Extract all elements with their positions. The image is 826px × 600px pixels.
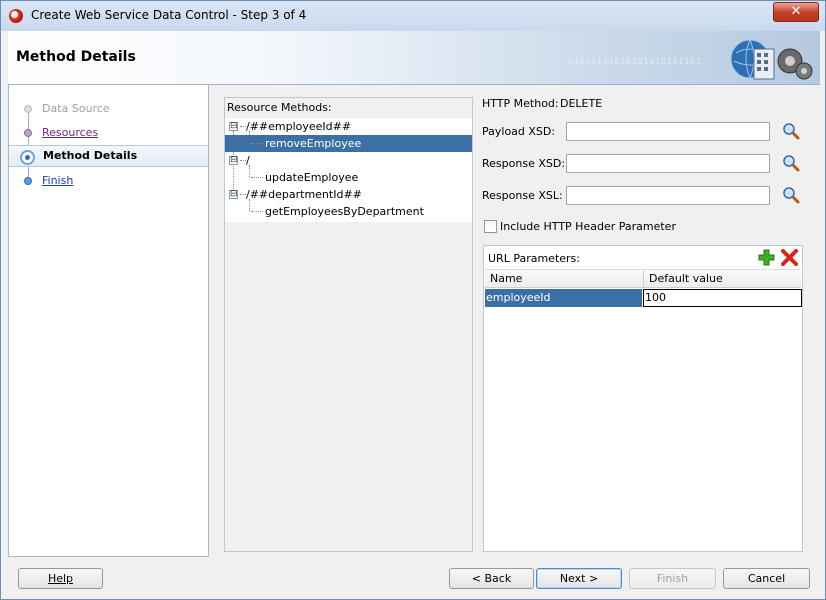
tree-node-employee-id[interactable]: ⊟ /##employeeId## [225,118,472,135]
next-button[interactable]: Next > [536,568,622,589]
collapse-icon[interactable]: ⊟ [229,122,238,131]
tree-guide [251,177,263,178]
window-title: Create Web Service Data Control - Step 3… [31,8,307,22]
url-parameters-title: URL Parameters: [488,252,580,265]
tree-node-get-employees-by-department[interactable]: getEmployeesByDepartment [225,203,472,220]
back-button[interactable]: < Back [449,568,534,589]
tree-node-update-employee[interactable]: updateEmployee [225,169,472,186]
param-default-value-cell[interactable]: 100 [643,289,802,307]
wizard-window: Create Web Service Data Control - Step 3… [0,0,826,600]
search-icon[interactable] [782,154,800,172]
current-step-icon [20,150,35,165]
tree-node-label: getEmployeesByDepartment [265,205,424,218]
tree-guide [251,143,263,144]
include-header-label: Include HTTP Header Parameter [500,220,676,233]
cancel-button[interactable]: Cancel [723,568,810,589]
finish-button-label: Finish [656,572,689,585]
tree-node-label: /##employeeId## [246,120,352,133]
nav-item-resources[interactable]: Resources [9,122,208,144]
tree-node-label: removeEmployee [265,137,362,150]
app-icon [9,9,23,23]
close-button[interactable]: ✕ [773,2,819,22]
nav-label: Data Source [42,102,110,115]
title-bar: Create Web Service Data Control - Step 3… [1,1,825,31]
column-divider[interactable] [643,270,644,288]
table-row[interactable]: employeeId 100 [485,289,802,307]
grid-header: Name Default value [485,269,801,288]
search-icon[interactable] [782,122,800,140]
tree-node-label: /##departmentId## [246,188,362,201]
response-xsd-label: Response XSD: [482,157,566,170]
add-icon[interactable] [758,249,775,266]
delete-icon[interactable] [781,249,798,266]
help-button[interactable]: Help [18,568,103,589]
include-header-checkbox[interactable] [484,220,497,233]
column-header-name[interactable]: Name [490,272,522,285]
nav-item-method-details[interactable]: Method Details [9,145,208,167]
tree-node-remove-employee[interactable]: removeEmployee [225,135,472,152]
http-method-label: HTTP Method: [482,97,559,110]
nav-label: Resources [42,126,99,139]
wizard-nav: Data Source Resources Method Details Fin… [8,85,209,557]
resource-tree[interactable]: ⊟ /##employeeId## removeEmployee ⊟ / upd… [225,118,472,222]
web-services-graphic-icon [730,39,813,80]
resource-methods-panel: Resource Methods: ⊟ /##employeeId## remo… [224,97,473,552]
back-button-label: < Back [471,572,512,585]
collapse-icon[interactable]: ⊟ [229,190,238,199]
tree-node-root[interactable]: ⊟ / [225,152,472,169]
tree-node-label: updateEmployee [265,171,359,184]
cancel-button-label: Cancel [747,572,786,585]
param-name-cell[interactable]: employeeId [485,289,642,307]
step-dot-icon [24,105,32,113]
step-dot-icon [24,177,32,185]
tree-guide [251,211,263,212]
header-banner: Method Details 01010101010101010101101 [8,31,820,85]
payload-xsd-label: Payload XSD: [482,125,556,138]
nav-label: Finish [42,174,74,187]
response-xsl-field[interactable] [566,186,770,205]
tree-node-department-id[interactable]: ⊟ /##departmentId## [225,186,472,203]
finish-button[interactable]: Finish [629,568,716,589]
search-icon[interactable] [782,186,800,204]
nav-label: Method Details [43,149,138,162]
page-title: Method Details [16,49,136,65]
nav-item-finish[interactable]: Finish [9,170,208,192]
binary-decoration: 01010101010101010101101 [568,57,702,66]
nav-item-data-source[interactable]: Data Source [9,98,208,120]
collapse-icon[interactable]: ⊟ [229,156,238,165]
help-button-label: Help [47,572,74,585]
tree-node-label: / [246,154,250,167]
response-xsl-label: Response XSL: [482,189,563,202]
step-dot-icon [24,129,32,137]
tree-header: Resource Methods: [227,101,332,114]
close-icon: ✕ [790,4,802,19]
column-header-default-value[interactable]: Default value [649,272,723,285]
next-button-label: Next > [559,572,599,585]
url-parameters-panel: URL Parameters: Name Default value emplo… [483,245,803,552]
response-xsd-field[interactable] [566,154,770,173]
http-method-value: DELETE [560,97,603,110]
payload-xsd-field[interactable] [566,122,770,141]
